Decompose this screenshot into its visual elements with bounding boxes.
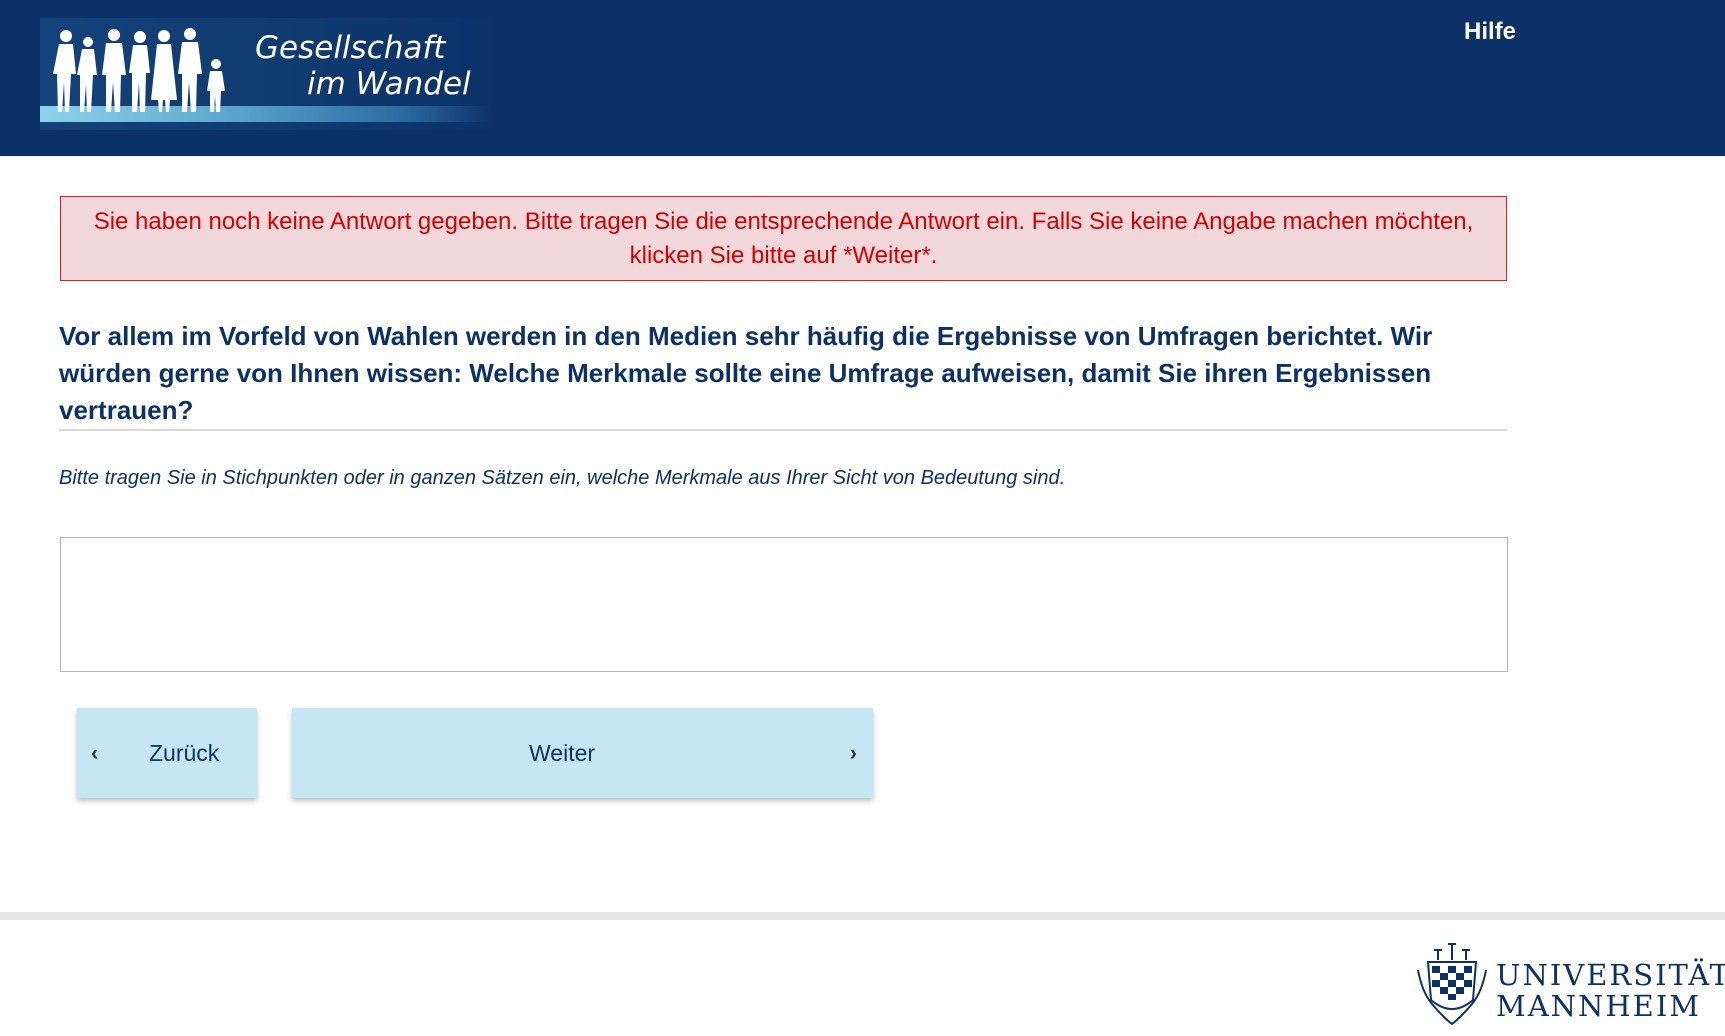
question-text: Vor allem im Vorfeld von Wahlen werden i… [59,321,1433,425]
answer-instruction: Bitte tragen Sie in Stichpunkten oder in… [59,467,1066,489]
back-button-label: Zurück [149,740,220,766]
help-link[interactable]: Hilfe [1464,18,1516,46]
university-crest-icon [1417,943,1487,1026]
gesellschaft-im-wandel-logo: Gesellschaft im Wandel [40,18,492,130]
error-message: Sie haben noch keine Antwort gegeben. Bi… [60,196,1507,281]
logo-text-line1: Gesellschaft [255,30,446,66]
university-name-line2: MANNHEIM [1496,989,1701,1023]
back-button[interactable]: ‹ Zurück [77,708,257,798]
chevron-left-icon: ‹ [91,740,99,765]
next-button-label: Weiter [529,740,596,766]
logo-text: Gesellschaft im Wandel [255,30,471,102]
answer-textarea[interactable] [60,537,1508,672]
divider [59,429,1507,431]
university-name-line1: UNIVERSITÄT [1496,958,1725,992]
footer-divider [0,912,1725,920]
logo-text-line2: im Wandel [307,66,471,102]
university-name: UNIVERSITÄT MANNHEIM [1496,960,1725,1022]
university-mannheim-logo: UNIVERSITÄT MANNHEIM [1412,940,1725,1028]
next-button[interactable]: Weiter › [292,708,873,798]
chevron-right-icon: › [849,740,857,765]
site-header: Gesellschaft im Wandel Hilfe [0,0,1725,156]
people-silhouettes-icon [53,28,225,112]
